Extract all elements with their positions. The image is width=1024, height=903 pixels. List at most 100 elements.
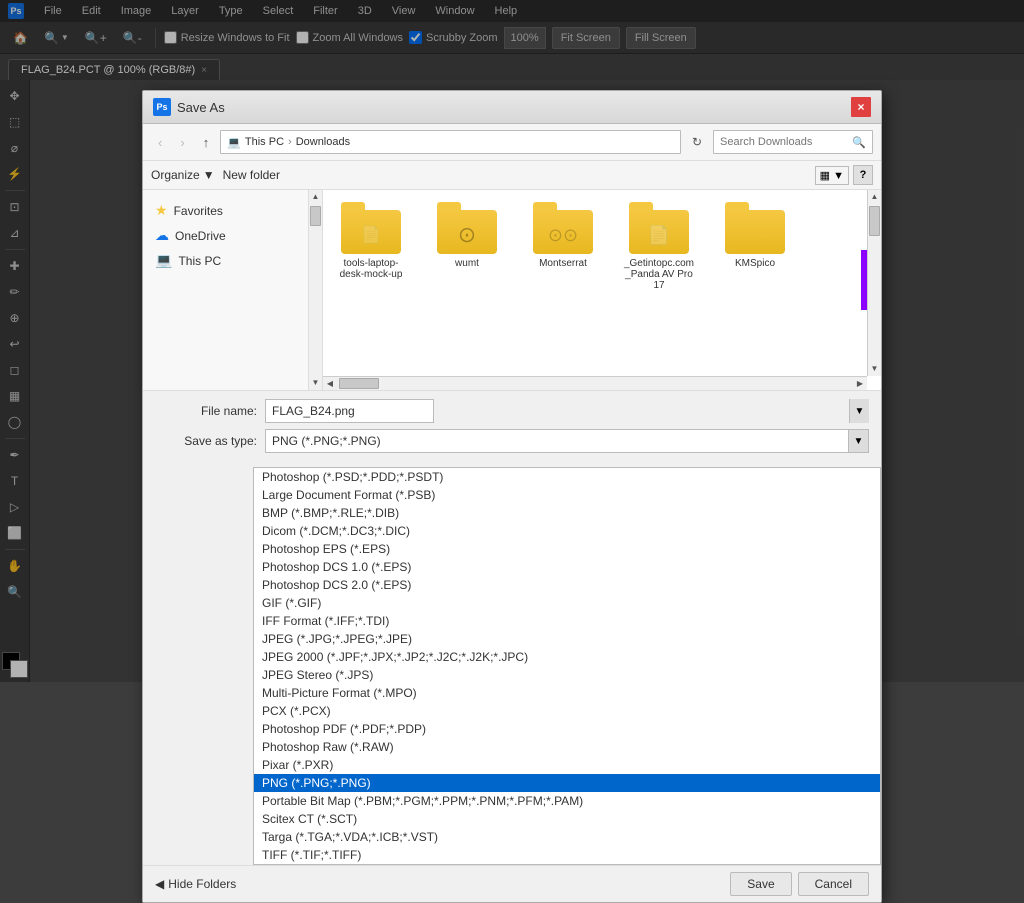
dialog-toolbar-right: ▦ ▼ ?: [815, 165, 873, 185]
filetype-item-16[interactable]: Pixar (*.PXR): [254, 756, 880, 774]
files-scroll-thumb-v[interactable]: [869, 206, 880, 236]
folder-icon-getintopc: 📄: [629, 202, 689, 254]
dialog-ps-icon: Ps: [153, 98, 171, 116]
filetype-item-5[interactable]: Photoshop DCS 1.0 (*.EPS): [254, 558, 880, 576]
savetype-select[interactable]: PNG (*.PNG;*.PNG) ▼: [265, 429, 869, 453]
folder-icon-tools: 📄: [341, 202, 401, 254]
filetype-item-15[interactable]: Photoshop Raw (*.RAW): [254, 738, 880, 756]
sidebar-scrollbar[interactable]: ▲ ▼: [308, 190, 322, 390]
files-scroll-right[interactable]: ▶: [853, 377, 867, 391]
filetype-item-13[interactable]: PCX (*.PCX): [254, 702, 880, 720]
breadcrumb-downloads[interactable]: Downloads: [296, 136, 350, 148]
files-scroll-thumb-h[interactable]: [339, 378, 379, 389]
filetype-item-4[interactable]: Photoshop EPS (*.EPS): [254, 540, 880, 558]
savetype-label: Save as type:: [155, 434, 265, 448]
filename-row: File name: ▼: [155, 399, 869, 423]
sidebar-scroll-down[interactable]: ▼: [309, 376, 323, 390]
thispc-icon: 💻: [155, 252, 172, 269]
onedrive-label: OneDrive: [175, 229, 226, 243]
filetype-item-9[interactable]: JPEG (*.JPG;*.JPEG;*.JPE): [254, 630, 880, 648]
filename-dropdown-arrow[interactable]: ▼: [849, 399, 869, 423]
filetype-item-2[interactable]: BMP (*.BMP;*.RLE;*.DIB): [254, 504, 880, 522]
hide-folders-arrow: ◀: [155, 877, 164, 891]
nav-forward-button[interactable]: ›: [173, 130, 191, 154]
savetype-selected-value: PNG (*.PNG;*.PNG): [266, 430, 868, 452]
files-scroll-up[interactable]: ▲: [868, 190, 882, 204]
files-scrollbar-v[interactable]: ▲ ▼: [867, 190, 881, 376]
dialog-nav-bar: ‹ › ↑ 💻 This PC › Downloads ↻ 🔍: [143, 124, 881, 161]
sidebar-onedrive[interactable]: ☁ OneDrive: [143, 223, 321, 248]
dialog-overlay: Ps Save As × ‹ › ↑ 💻 This PC › Downloads…: [0, 0, 1024, 682]
dialog-close-button[interactable]: ×: [851, 97, 871, 117]
dialog-sidebar: ★ Favorites ☁ OneDrive 💻 This PC: [143, 190, 322, 390]
filetype-item-8[interactable]: IFF Format (*.IFF;*.TDI): [254, 612, 880, 630]
filename-input-container: ▼: [265, 399, 869, 423]
refresh-button[interactable]: ↻: [685, 130, 709, 154]
filetype-item-14[interactable]: Photoshop PDF (*.PDF;*.PDP): [254, 720, 880, 738]
folder-name-montserrat: Montserrat: [539, 258, 587, 269]
filetype-item-0[interactable]: Photoshop (*.PSD;*.PDD;*.PSDT): [254, 468, 880, 486]
savetype-dropdown-arrow[interactable]: ▼: [848, 430, 868, 452]
thispc-label: This PC: [178, 254, 221, 268]
organize-arrow: ▼: [203, 168, 215, 182]
sidebar-scroll-up[interactable]: ▲: [309, 190, 323, 204]
filetype-item-10[interactable]: JPEG 2000 (*.JPF;*.JPX;*.JP2;*.J2C;*.J2K…: [254, 648, 880, 666]
sidebar-scroll-thumb[interactable]: [310, 206, 321, 226]
filetype-item-17[interactable]: PNG (*.PNG;*.PNG): [254, 774, 880, 792]
organize-label: Organize: [151, 168, 200, 182]
filetype-item-19[interactable]: Scitex CT (*.SCT): [254, 810, 880, 828]
dialog-title-text: Save As: [177, 100, 225, 115]
new-folder-button[interactable]: New folder: [223, 168, 280, 182]
filetype-item-18[interactable]: Portable Bit Map (*.PBM;*.PGM;*.PPM;*.PN…: [254, 792, 880, 810]
files-scrollbar-h[interactable]: ◀ ▶: [323, 376, 867, 390]
dialog-toolbar: Organize ▼ New folder ▦ ▼ ?: [143, 161, 881, 190]
files-scroll-track-h: [337, 377, 853, 390]
dialog-titlebar: Ps Save As ×: [143, 91, 881, 124]
files-scroll-left[interactable]: ◀: [323, 377, 337, 391]
folder-icon-montserrat: ⊙⊙: [533, 202, 593, 254]
dialog-title-area: Ps Save As: [153, 98, 225, 116]
onedrive-icon: ☁: [155, 227, 169, 244]
dialog-toolbar-left: Organize ▼ New folder: [151, 168, 280, 182]
search-icon: 🔍: [852, 136, 866, 149]
nav-back-button[interactable]: ‹: [151, 130, 169, 154]
hide-folders-label: Hide Folders: [168, 877, 236, 891]
hide-folders-button[interactable]: ◀ Hide Folders: [155, 877, 236, 891]
filetype-item-3[interactable]: Dicom (*.DCM;*.DC3;*.DIC): [254, 522, 880, 540]
save-button[interactable]: Save: [730, 872, 791, 896]
folder-tools-laptop[interactable]: 📄 tools-laptop-desk-mock-up: [331, 198, 411, 284]
filetype-item-20[interactable]: Targa (*.TGA;*.VDA;*.ICB;*.VST): [254, 828, 880, 846]
save-as-dialog: Ps Save As × ‹ › ↑ 💻 This PC › Downloads…: [142, 90, 882, 903]
filename-input[interactable]: [265, 399, 434, 423]
filename-label: File name:: [155, 404, 265, 418]
help-button[interactable]: ?: [853, 165, 873, 185]
cancel-button[interactable]: Cancel: [798, 872, 869, 896]
folder-name-kmspico: KMSpico: [735, 258, 775, 269]
filetype-item-7[interactable]: GIF (*.GIF): [254, 594, 880, 612]
sidebar-favorites[interactable]: ★ Favorites: [143, 198, 321, 223]
filetype-item-1[interactable]: Large Document Format (*.PSB): [254, 486, 880, 504]
folder-kmspico[interactable]: KMSpico: [715, 198, 795, 273]
dialog-form: File name: ▼ Save as type: PNG (*.PNG;*.…: [143, 390, 881, 467]
filetype-item-12[interactable]: Multi-Picture Format (*.MPO): [254, 684, 880, 702]
folder-montserrat[interactable]: ⊙⊙ Montserrat: [523, 198, 603, 273]
folder-wumt[interactable]: ⊙ wumt: [427, 198, 507, 273]
breadcrumb-thispc[interactable]: This PC: [245, 136, 284, 148]
view-options-button[interactable]: ▦ ▼: [815, 166, 849, 185]
nav-up-button[interactable]: ↑: [196, 130, 217, 154]
action-buttons: Save Cancel: [730, 872, 869, 896]
files-grid: 📄 tools-laptop-desk-mock-up ⊙: [323, 190, 881, 390]
filetype-item-21[interactable]: TIFF (*.TIF;*.TIFF): [254, 846, 880, 864]
sidebar-scroll-track: [309, 204, 322, 376]
folder-name-wumt: wumt: [455, 258, 479, 269]
sidebar-thispc[interactable]: 💻 This PC: [143, 248, 321, 273]
organize-button[interactable]: Organize ▼: [151, 168, 215, 182]
folder-name-getintopc: _Getintopc.com_Panda AV Pro 17: [623, 258, 695, 291]
filetype-item-11[interactable]: JPEG Stereo (*.JPS): [254, 666, 880, 684]
folder-getintopc[interactable]: 📄 _Getintopc.com_Panda AV Pro 17: [619, 198, 699, 295]
filetype-item-6[interactable]: Photoshop DCS 2.0 (*.EPS): [254, 576, 880, 594]
folder-name-tools: tools-laptop-desk-mock-up: [335, 258, 407, 280]
favorites-icon: ★: [155, 202, 168, 219]
files-scroll-down[interactable]: ▼: [868, 362, 882, 376]
search-input[interactable]: [720, 136, 848, 148]
